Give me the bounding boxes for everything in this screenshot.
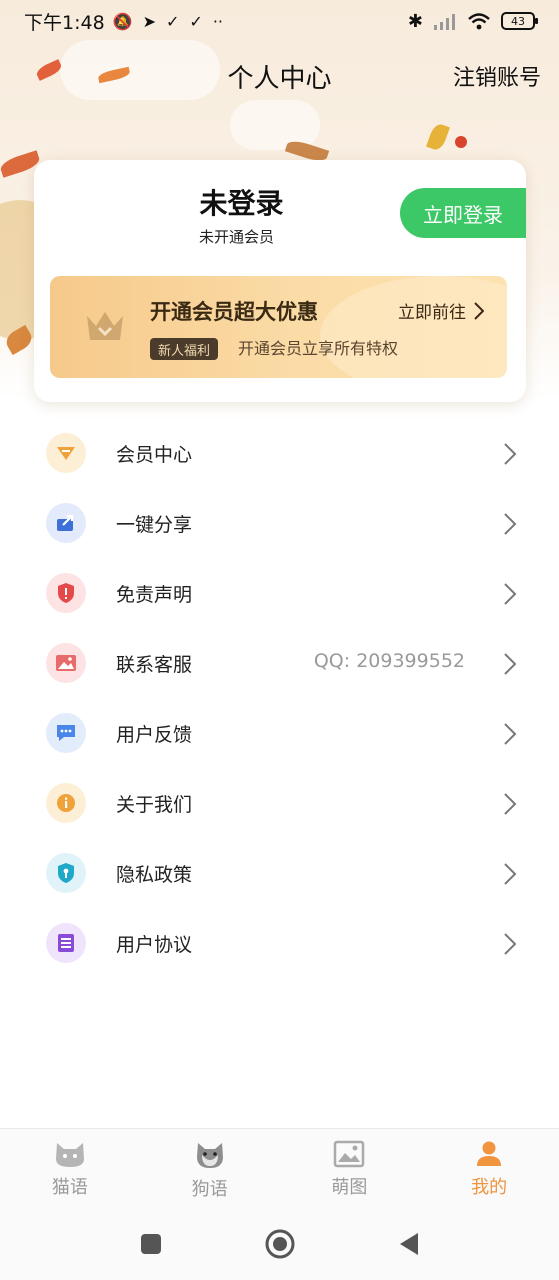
menu-list: 会员中心 一键分享 免责声明 联系客服 QQ: 209399552 用户反馈 关… (0, 418, 559, 978)
vip-go-link[interactable]: 立即前往 (398, 298, 484, 323)
menu-item-share[interactable]: 一键分享 (0, 488, 559, 558)
profile-card: 未登录 未开通会员 立即登录 开通会员超大优惠 立即前往 新人福利 开通会员立享… (34, 160, 526, 402)
chevron-right-icon (504, 863, 517, 885)
nav-tab-mine[interactable]: 我的 (419, 1129, 559, 1208)
menu-item-privacy-policy[interactable]: 隐私政策 (0, 838, 559, 908)
chevron-right-icon (504, 583, 517, 605)
chevron-right-icon (504, 793, 517, 815)
back-icon[interactable] (396, 1230, 422, 1258)
nav-label: 猫语 (51, 1177, 88, 1198)
chevron-right-icon (474, 301, 484, 320)
shield-alert-icon (46, 573, 86, 613)
chevron-right-icon (504, 513, 517, 535)
bluetooth-icon: ✱ (407, 10, 423, 32)
chevron-right-icon (504, 443, 517, 465)
chevron-right-icon (504, 723, 517, 745)
menu-item-feedback[interactable]: 用户反馈 (0, 698, 559, 768)
info-icon (46, 783, 86, 823)
menu-item-user-agreement[interactable]: 用户协议 (0, 908, 559, 978)
menu-item-label: 关于我们 (116, 794, 193, 816)
notification-icons: 🔕 ➤ ✓ ✓ ·· (113, 12, 223, 31)
chevron-right-icon (504, 933, 517, 955)
status-right: ✱ 43 (407, 10, 538, 32)
title-bar: 个人中心 注销账号 (0, 50, 559, 102)
share-icon (46, 503, 86, 543)
status-bar: 下午1:48 🔕 ➤ ✓ ✓ ·· ✱ 43 (0, 0, 559, 42)
mute-icon: 🔕 (112, 11, 133, 31)
nav-label: 萌图 (331, 1177, 368, 1198)
menu-item-customer-service[interactable]: 联系客服 QQ: 209399552 (0, 628, 559, 698)
berry-decoration (455, 136, 467, 148)
login-status: 未登录 (199, 187, 284, 220)
check-icon: ✓ (189, 11, 203, 31)
chat-icon (46, 713, 86, 753)
picture-icon (334, 1140, 365, 1168)
person-icon (477, 1141, 502, 1166)
menu-item-label: 用户协议 (116, 934, 193, 956)
menu-item-about-us[interactable]: 关于我们 (0, 768, 559, 838)
privacy-shield-icon (46, 853, 86, 893)
leaf-decoration (426, 122, 450, 152)
bottom-nav: 猫语 狗语 萌图 我的 (0, 1128, 559, 1208)
crown-icon (87, 312, 123, 340)
nav-tab-cat[interactable]: 猫语 (0, 1129, 140, 1208)
vip-icon (46, 433, 86, 473)
menu-item-label: 免责声明 (116, 584, 193, 606)
customer-service-qq: QQ: 209399552 (313, 650, 465, 672)
check-icon: ✓ (166, 11, 180, 31)
logout-account-button[interactable]: 注销账号 (453, 60, 541, 92)
vip-go-label: 立即前往 (398, 303, 466, 323)
menu-item-disclaimer[interactable]: 免责声明 (0, 558, 559, 628)
chevron-right-icon (504, 653, 517, 675)
menu-item-vip-center[interactable]: 会员中心 (0, 418, 559, 488)
home-icon[interactable] (264, 1228, 296, 1260)
nav-tab-dog[interactable]: 狗语 (140, 1129, 280, 1208)
more-icon: ·· (212, 11, 223, 31)
vip-tag: 新人福利 (150, 338, 219, 360)
nav-label: 狗语 (191, 1179, 228, 1200)
menu-item-label: 联系客服 (116, 654, 193, 676)
signal-icon (434, 14, 455, 30)
nav-label: 我的 (471, 1177, 508, 1198)
login-button[interactable]: 立即登录 (400, 188, 526, 238)
dog-icon (196, 1143, 223, 1168)
wifi-icon (468, 13, 490, 30)
image-icon (46, 643, 86, 683)
vip-title: 开通会员超大优惠 (150, 300, 318, 324)
recents-icon[interactable] (138, 1231, 164, 1257)
menu-item-label: 一键分享 (116, 514, 193, 536)
cat-icon (55, 1143, 84, 1167)
vip-banner[interactable]: 开通会员超大优惠 立即前往 新人福利 开通会员立享所有特权 (50, 276, 507, 378)
battery-icon: 43 (501, 12, 538, 30)
member-status: 未开通会员 (198, 228, 274, 246)
send-icon: ➤ (142, 11, 156, 31)
system-nav-bar (0, 1208, 559, 1280)
menu-item-label: 用户反馈 (116, 724, 193, 746)
status-time: 下午1:48 (24, 11, 105, 34)
menu-item-label: 会员中心 (116, 444, 193, 466)
menu-item-label: 隐私政策 (116, 864, 193, 886)
document-icon (46, 923, 86, 963)
nav-tab-pictures[interactable]: 萌图 (280, 1129, 420, 1208)
vip-subtitle: 开通会员立享所有特权 (238, 339, 399, 358)
